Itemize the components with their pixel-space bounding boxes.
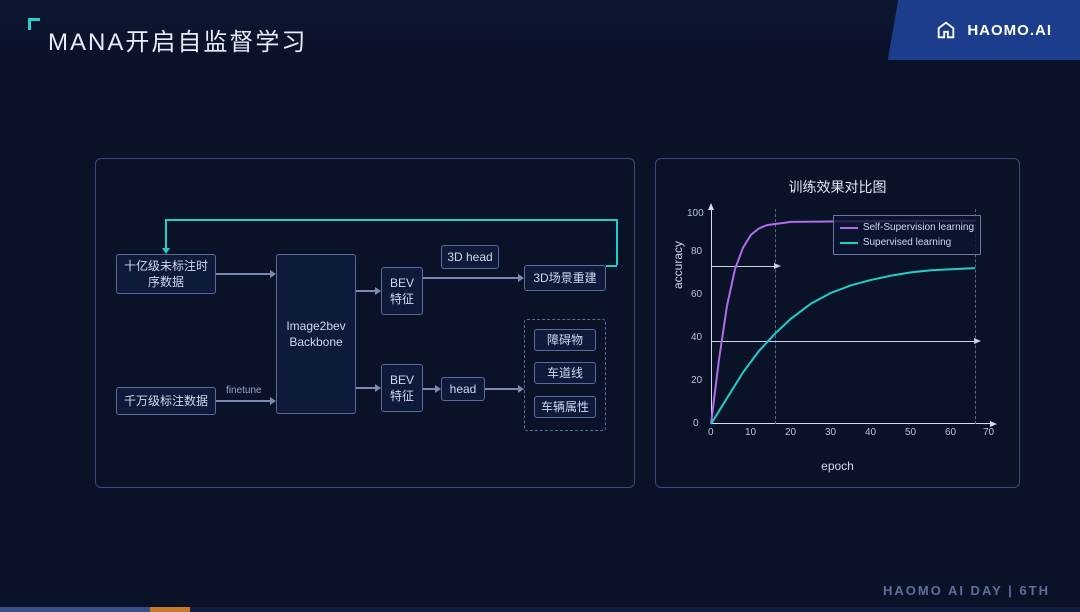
- y-tick: 80: [691, 246, 702, 257]
- arrow-head-icon: [375, 287, 381, 295]
- x-tick: 0: [708, 427, 714, 438]
- legend-label-supervised: Supervised learning: [863, 235, 951, 250]
- x-axis-label: epoch: [656, 459, 1019, 473]
- slide-title: MANA开启自监督学习: [48, 22, 307, 57]
- progress-bar: [0, 607, 1080, 612]
- node-backbone: Image2bev Backbone: [276, 254, 356, 414]
- legend-item-self: Self-Supervision learning: [840, 220, 974, 235]
- arrow: [216, 273, 270, 275]
- arrow-head-icon: [270, 270, 276, 278]
- progress-segment: [0, 607, 150, 612]
- node-lane: 车道线: [534, 362, 596, 384]
- brand-badge: HAOMO.AI: [880, 0, 1080, 60]
- arrow: [423, 277, 518, 279]
- node-scene-reconstruction: 3D场景重建: [524, 265, 606, 291]
- node-head: head: [441, 377, 485, 401]
- feedback-arrow: [165, 219, 617, 221]
- architecture-diagram-panel: 十亿级未标注时 序数据 千万级标注数据 Image2bev Backbone B…: [95, 158, 635, 488]
- brand-logo-icon: [935, 19, 957, 41]
- chart-panel: 训练效果对比图 0 20 40 60 80 100 0 10 20 30 40 …: [655, 158, 1020, 488]
- node-labeled-data: 千万级标注数据: [116, 387, 216, 415]
- legend-label-self: Self-Supervision learning: [863, 220, 974, 235]
- x-tick: 20: [785, 427, 796, 438]
- line-supervised: [711, 268, 975, 424]
- arrow-head-icon: [270, 397, 276, 405]
- feedback-arrow: [616, 219, 618, 265]
- x-tick: 60: [945, 427, 956, 438]
- x-tick: 50: [905, 427, 916, 438]
- node-bev-feature-top: BEV 特征: [381, 267, 423, 315]
- brand-text: HAOMO.AI: [967, 22, 1052, 39]
- arrow: [356, 387, 375, 389]
- legend-swatch: [840, 242, 858, 244]
- node-3d-head: 3D head: [441, 245, 499, 269]
- slide-header: MANA开启自监督学习 HAOMO.AI: [0, 0, 1080, 70]
- chart-plot-area: 0 20 40 60 80 100 0 10 20 30 40 50 60 70: [711, 209, 991, 424]
- footer-text: HAOMO AI DAY | 6TH: [883, 583, 1050, 598]
- chart-title: 训练效果对比图: [656, 177, 1019, 197]
- node-obstacle: 障碍物: [534, 329, 596, 351]
- arrow-head-icon: [518, 274, 524, 282]
- x-tick: 40: [865, 427, 876, 438]
- arrow: [423, 388, 435, 390]
- finetune-label: finetune: [226, 385, 262, 396]
- y-tick: 0: [693, 418, 699, 429]
- feedback-arrow-head-icon: [162, 248, 170, 254]
- progress-segment-highlight: [150, 607, 190, 612]
- y-tick: 60: [691, 289, 702, 300]
- node-vehicle-attr: 车辆属性: [534, 396, 596, 418]
- y-tick: 40: [691, 332, 702, 343]
- arrow-head-icon: [375, 384, 381, 392]
- arrow: [485, 388, 518, 390]
- legend-swatch: [840, 227, 858, 229]
- y-tick: 100: [687, 208, 704, 219]
- arrow-head-icon: [518, 385, 524, 393]
- y-tick: 20: [691, 375, 702, 386]
- arrow: [216, 400, 270, 402]
- y-axis-label: accuracy: [671, 241, 685, 289]
- chart-legend: Self-Supervision learning Supervised lea…: [833, 215, 981, 255]
- node-bev-feature-bottom: BEV 特征: [381, 364, 423, 412]
- node-unlabeled-data: 十亿级未标注时 序数据: [116, 254, 216, 294]
- x-tick: 30: [825, 427, 836, 438]
- x-tick: 70: [983, 427, 994, 438]
- arrow-head-icon: [435, 385, 441, 393]
- feedback-arrow: [165, 219, 167, 249]
- x-tick: 10: [745, 427, 756, 438]
- feedback-arrow: [606, 265, 617, 267]
- arrow: [356, 290, 375, 292]
- title-corner-decoration: [28, 18, 40, 30]
- legend-item-supervised: Supervised learning: [840, 235, 974, 250]
